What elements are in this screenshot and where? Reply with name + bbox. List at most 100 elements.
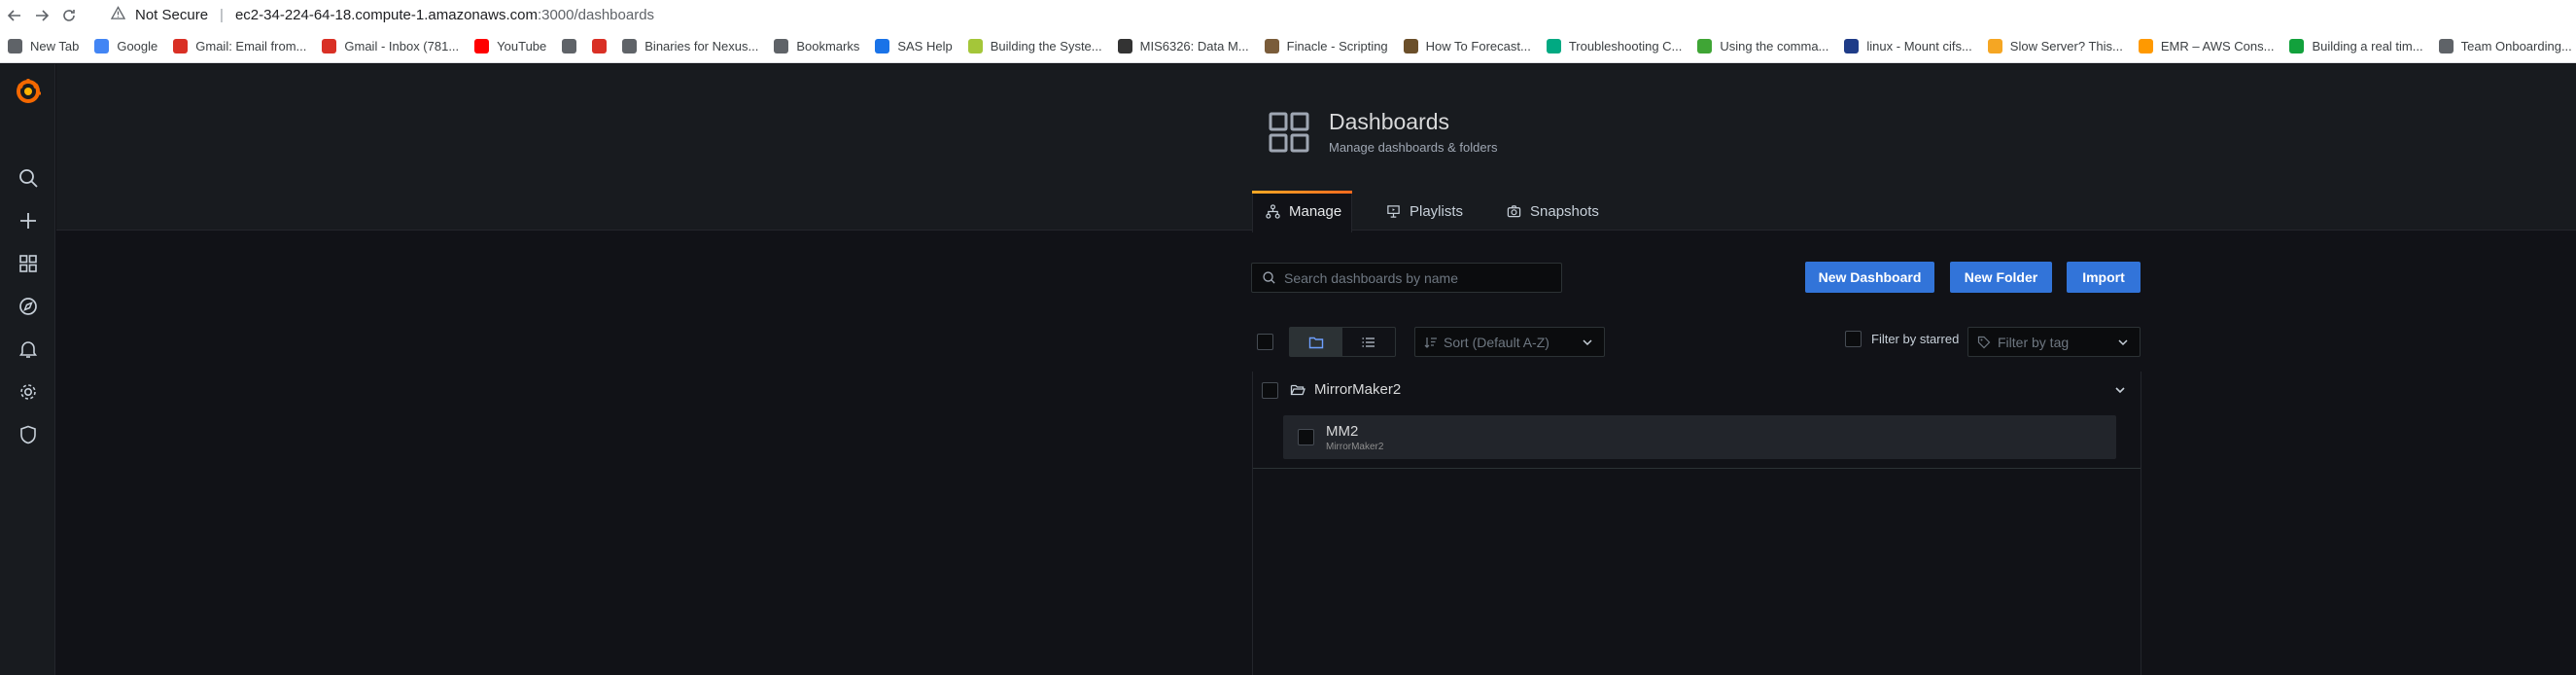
- side-alerting[interactable]: [0, 330, 55, 369]
- bookmark-item[interactable]: New Tab: [0, 34, 87, 59]
- chevron-down-icon: [2118, 338, 2128, 345]
- select-all-checkbox[interactable]: [1257, 334, 1273, 350]
- arrow-left-icon: [7, 9, 20, 21]
- security-label: Not Secure: [135, 7, 209, 23]
- bookmark-item[interactable]: Troubleshooting C...: [1539, 34, 1690, 59]
- side-configuration[interactable]: [0, 373, 55, 411]
- sort-select[interactable]: Sort (Default A-Z): [1414, 327, 1605, 357]
- bookmark-label: Bookmarks: [796, 39, 860, 53]
- bookmark-label: Gmail: Email from...: [195, 39, 307, 53]
- side-create[interactable]: [0, 201, 55, 240]
- gmail-icon: [322, 39, 337, 53]
- apps-icon: [18, 255, 37, 272]
- bookmark-label: Finacle - Scripting: [1286, 39, 1388, 53]
- side-explore[interactable]: [0, 287, 55, 326]
- bookmark-label: Google: [117, 39, 158, 53]
- starred-checkbox[interactable]: [1845, 331, 1862, 347]
- dashboard-folder-label: MirrorMaker2: [1326, 442, 1384, 452]
- tag-filter-select[interactable]: Filter by tag: [1967, 327, 2141, 357]
- tab-snapshots-label: Snapshots: [1530, 202, 1599, 220]
- search-icon: [562, 39, 577, 53]
- import-button[interactable]: Import: [2067, 262, 2141, 293]
- side-server-admin[interactable]: [0, 415, 55, 454]
- compass-icon: [18, 298, 37, 315]
- folder-title[interactable]: MirrorMaker2: [1314, 381, 1401, 398]
- url-separator: |: [220, 7, 224, 23]
- tip-icon: [1697, 39, 1713, 53]
- bookmark-item[interactable]: Bookmarks: [766, 34, 867, 59]
- url-path: :3000/dashboards: [537, 7, 655, 23]
- dashboard-name[interactable]: MM2: [1326, 423, 1358, 440]
- bookmark-item[interactable]: Binaries for Nexus...: [614, 34, 766, 59]
- bookmark-label: linux - Mount cifs...: [1866, 39, 1972, 53]
- bookmark-item[interactable]: linux - Mount cifs...: [1836, 34, 1979, 59]
- url-field[interactable]: Not Secure | ec2-34-224-64-18.compute-1.…: [110, 6, 655, 24]
- folder-view-button[interactable]: [1290, 328, 1342, 356]
- forward-button[interactable]: [29, 3, 54, 28]
- list-view-button[interactable]: [1342, 328, 1395, 356]
- tab-manage[interactable]: Manage: [1266, 192, 1341, 231]
- side-dashboards[interactable]: [0, 244, 55, 283]
- bookmark-item[interactable]: Gmail: Email from...: [165, 34, 314, 59]
- bookmarks-bar: New Tab Google Gmail: Email from... Gmail -…: [0, 30, 2576, 63]
- grafana-logo[interactable]: [0, 72, 55, 111]
- bookmark-item[interactable]: Team Onboarding...: [2431, 34, 2576, 59]
- warning-icon: [110, 6, 135, 24]
- filter-starred[interactable]: Filter by starred: [1845, 331, 1959, 347]
- tab-playlists-label: Playlists: [1410, 202, 1464, 220]
- course-icon: [1117, 39, 1132, 53]
- dashboard-row[interactable]: [1283, 415, 2116, 459]
- bookmark-item[interactable]: Gmail - Inbox (781...: [314, 34, 467, 59]
- bookmark-label: EMR – AWS Cons...: [2160, 39, 2275, 53]
- plus-icon: [19, 213, 36, 229]
- search-icon: [1263, 271, 1275, 284]
- apps-grid-icon: [1269, 112, 1309, 153]
- folder-checkbox[interactable]: [1262, 382, 1278, 399]
- sas-icon: [875, 39, 890, 53]
- bookmark-item[interactable]: Using the comma...: [1689, 34, 1836, 59]
- sitemap-icon: [1266, 203, 1280, 219]
- star-icon: [774, 39, 789, 53]
- reload-button[interactable]: [56, 3, 82, 28]
- search-icon: [18, 169, 38, 188]
- new-dashboard-button[interactable]: New Dashboard: [1805, 262, 1934, 293]
- bookmark-label: Building a real tim...: [2312, 39, 2423, 53]
- bookmark-item[interactable]: YouTube: [467, 34, 554, 59]
- bookmark-item[interactable]: [554, 34, 584, 59]
- bookmark-label: Using the comma...: [1720, 39, 1829, 53]
- hpe-icon: [1546, 39, 1561, 53]
- gmail-icon: [173, 39, 189, 53]
- bookmark-item[interactable]: [584, 34, 614, 59]
- google-icon: [94, 39, 110, 53]
- new-folder-button[interactable]: New Folder: [1950, 262, 2052, 293]
- bookmark-label: Troubleshooting C...: [1568, 39, 1683, 53]
- sort-placeholder: Sort (Default A-Z): [1444, 334, 1549, 350]
- bookmark-label: SAS Help: [897, 39, 953, 53]
- bookmark-item[interactable]: How To Forecast...: [1396, 34, 1539, 59]
- tab-snapshots[interactable]: Snapshots: [1507, 192, 1599, 231]
- tab-playlists[interactable]: Playlists: [1386, 192, 1463, 231]
- side-search[interactable]: [0, 159, 55, 197]
- presentation-play-icon: [1387, 204, 1400, 218]
- chevron-down-icon[interactable]: [2113, 383, 2127, 397]
- bookmark-item[interactable]: Building the Syste...: [960, 34, 1110, 59]
- back-button[interactable]: [2, 3, 27, 28]
- folder-icon: [1308, 337, 1324, 348]
- sort-amount-icon: [1424, 337, 1437, 348]
- bookmark-item[interactable]: Google: [87, 34, 165, 59]
- bookmark-label: MIS6326: Data M...: [1139, 39, 1249, 53]
- bookmark-item[interactable]: Building a real tim...: [2281, 34, 2430, 59]
- dashboard-checkbox[interactable]: [1298, 429, 1314, 445]
- bookmark-item[interactable]: SAS Help: [867, 34, 959, 59]
- bookmark-label: Team Onboarding...: [2460, 39, 2572, 53]
- globe-icon: [8, 39, 22, 53]
- android-icon: [967, 39, 983, 53]
- bookmark-item[interactable]: MIS6326: Data M...: [1110, 34, 1257, 59]
- bookmark-item[interactable]: EMR – AWS Cons...: [2131, 34, 2282, 59]
- search-input[interactable]: [1284, 269, 1547, 286]
- bookmark-item[interactable]: Slow Server? This...: [1980, 34, 2131, 59]
- grafana-logo-icon: [16, 79, 41, 103]
- aws-icon: [2138, 39, 2153, 53]
- bookmark-item[interactable]: Finacle - Scripting: [1257, 34, 1396, 59]
- search-box[interactable]: [1251, 263, 1562, 293]
